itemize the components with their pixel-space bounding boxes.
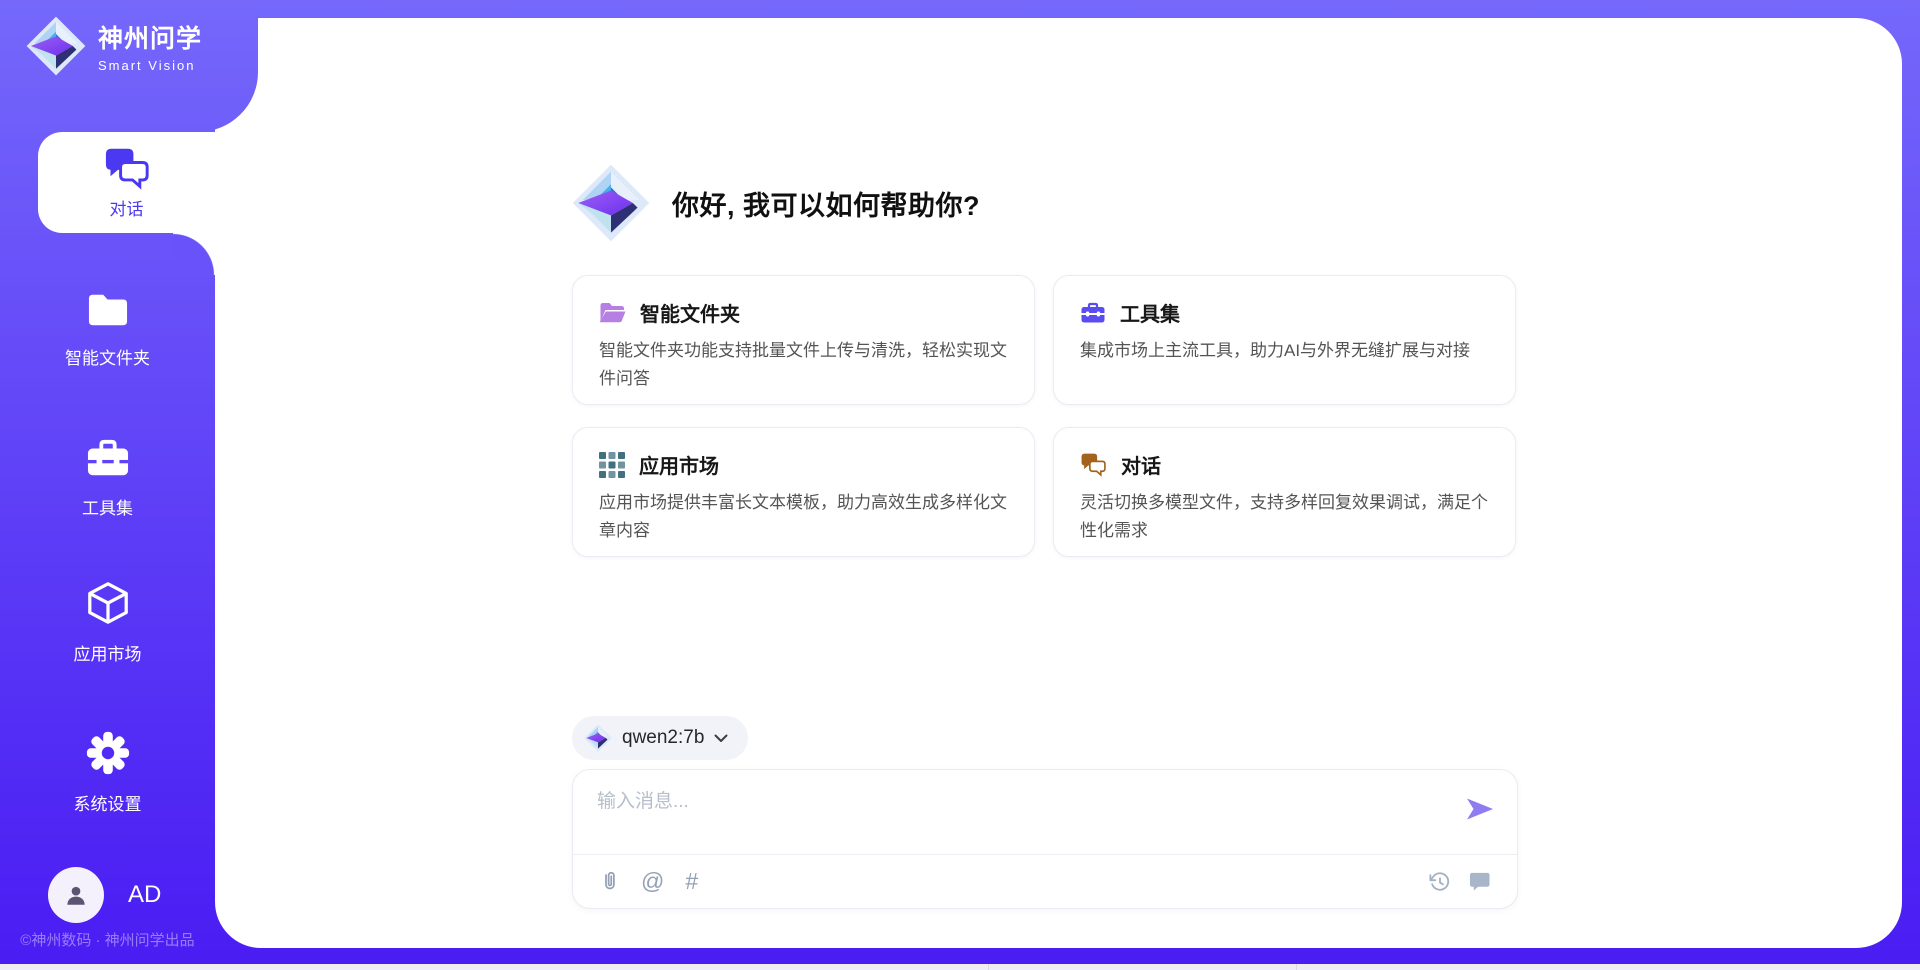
sidebar-item-label: 对话	[110, 195, 144, 220]
card-description: 集成市场上主流工具，助力AI与外界无缝扩展与对接	[1080, 337, 1489, 365]
chat-bubbles-icon	[103, 146, 151, 190]
briefcase-icon	[1080, 301, 1106, 325]
send-icon	[1465, 796, 1495, 822]
folder-open-icon	[599, 301, 626, 324]
feature-card-market[interactable]: 应用市场 应用市场提供丰富长文本模板，助力高效生成多样化文章内容	[572, 427, 1035, 557]
sidebar-item-chat[interactable]: 对话	[38, 132, 215, 233]
attach-button[interactable]	[599, 871, 620, 892]
feedback-button[interactable]	[1468, 871, 1491, 892]
hash-button[interactable]: #	[685, 870, 698, 893]
horizontal-scrollbar[interactable]	[0, 964, 1920, 970]
grid-cube-icon	[599, 452, 625, 478]
sidebar-footer: ©神州数码 · 神州问学出品	[0, 929, 215, 950]
composer: @ #	[572, 769, 1518, 909]
sidebar-item-toolbox[interactable]: 工具集	[0, 438, 215, 519]
card-title: 对话	[1121, 450, 1161, 479]
brand: 神州问学 Smart Vision	[26, 16, 202, 76]
sidebar-item-market[interactable]: 应用市场	[0, 580, 215, 665]
greeting-title: 你好, 我可以如何帮助你?	[672, 184, 980, 223]
avatar	[48, 867, 104, 923]
app-root: 神州问学 Smart Vision 对话 智能文件夹	[0, 0, 1920, 970]
history-button[interactable]	[1429, 871, 1451, 893]
main-content: 你好, 我可以如何帮助你? 智能文件夹 智能文件夹功能支持批量文件上传与清洗，轻…	[215, 18, 1902, 948]
mention-button[interactable]: @	[641, 870, 664, 893]
toolbox-icon	[85, 438, 131, 480]
chat-bubbles-icon	[1080, 452, 1107, 477]
sidebar-item-folders[interactable]: 智能文件夹	[0, 290, 215, 369]
feature-card-folders[interactable]: 智能文件夹 智能文件夹功能支持批量文件上传与清洗，轻松实现文件问答	[572, 275, 1035, 405]
brand-subtitle: Smart Vision	[98, 58, 202, 73]
composer-toolbar: @ #	[599, 855, 1491, 908]
model-selector[interactable]: qwen2:7b	[572, 716, 748, 760]
card-title: 应用市场	[639, 450, 719, 479]
cube-icon	[85, 580, 131, 626]
at-sign-icon: @	[641, 870, 664, 893]
sidebar-item-label: 应用市场	[0, 640, 215, 665]
brand-name: 神州问学	[98, 19, 202, 55]
diamond-logo-icon	[572, 164, 650, 242]
chat-bubble-icon	[1468, 871, 1491, 892]
feature-cards: 智能文件夹 智能文件夹功能支持批量文件上传与清洗，轻松实现文件问答 工具集 集成…	[572, 275, 1518, 557]
diamond-logo-icon	[26, 16, 86, 76]
card-title: 工具集	[1120, 298, 1180, 327]
history-icon	[1429, 871, 1451, 893]
card-title: 智能文件夹	[640, 298, 740, 327]
sidebar-item-settings[interactable]: 系统设置	[0, 730, 215, 815]
card-description: 灵活切换多模型文件，支持多样回复效果调试，满足个性化需求	[1080, 489, 1489, 545]
sidebar-item-label: 系统设置	[0, 790, 215, 815]
tab-fillet	[173, 233, 215, 275]
chevron-down-icon	[714, 734, 728, 743]
user-name: AD	[128, 881, 161, 909]
person-icon	[63, 882, 89, 908]
card-description: 智能文件夹功能支持批量文件上传与清洗，轻松实现文件问答	[599, 337, 1008, 393]
paperclip-icon	[599, 871, 620, 892]
sidebar-item-label: 工具集	[0, 494, 215, 519]
gear-icon	[85, 730, 131, 776]
sidebar-item-label: 智能文件夹	[0, 344, 215, 369]
hash-icon: #	[685, 870, 698, 893]
card-description: 应用市场提供丰富长文本模板，助力高效生成多样化文章内容	[599, 489, 1008, 545]
feature-card-chat[interactable]: 对话 灵活切换多模型文件，支持多样回复效果调试，满足个性化需求	[1053, 427, 1516, 557]
message-input[interactable]	[597, 786, 1437, 848]
user-profile[interactable]: AD	[48, 867, 161, 923]
greeting: 你好, 我可以如何帮助你?	[572, 164, 980, 242]
model-name: qwen2:7b	[622, 727, 704, 749]
feature-card-toolbox[interactable]: 工具集 集成市场上主流工具，助力AI与外界无缝扩展与对接	[1053, 275, 1516, 405]
send-button[interactable]	[1465, 796, 1495, 825]
folder-icon	[85, 290, 131, 330]
diamond-logo-icon	[584, 724, 612, 752]
